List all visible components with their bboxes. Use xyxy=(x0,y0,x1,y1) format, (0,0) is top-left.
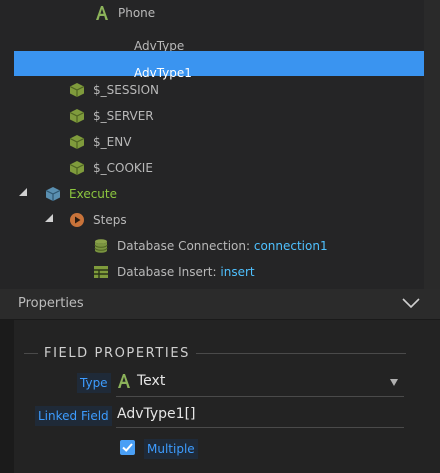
tree-item-label: Steps xyxy=(93,213,127,227)
tree-item-phone[interactable]: Phone xyxy=(94,2,155,24)
properties-panel-header[interactable]: Properties xyxy=(0,289,440,320)
section-title: FIELD PROPERTIES xyxy=(44,346,190,361)
package-icon xyxy=(69,134,85,150)
tree-item-label: Database Insert: xyxy=(117,265,217,279)
tree-item-execute[interactable]: Execute xyxy=(45,183,117,205)
multiple-checkbox[interactable] xyxy=(120,440,135,455)
field-underline xyxy=(116,396,404,397)
tree-item-label: $_COOKIE xyxy=(93,161,153,175)
tree-item-steps[interactable]: Steps xyxy=(69,209,127,231)
tree-item-value: connection1 xyxy=(253,239,328,253)
field-underline xyxy=(116,427,404,428)
package-icon xyxy=(69,160,85,176)
linked-field-input[interactable]: AdvType1[] xyxy=(117,406,196,422)
chevron-down-icon[interactable] xyxy=(402,297,420,312)
tree-item-db-connection[interactable]: Database Connection: connection1 xyxy=(93,235,328,257)
multiple-label[interactable]: Multiple xyxy=(144,439,198,459)
tree-item-label: Database Connection: xyxy=(117,239,251,253)
panel-title: Properties xyxy=(18,296,84,311)
tree-item-label: $_SERVER xyxy=(93,109,154,123)
type-select[interactable]: Text xyxy=(116,371,404,395)
tree-scrollbar[interactable] xyxy=(424,0,440,289)
tree-item-server[interactable]: $_SERVER xyxy=(69,105,154,127)
tree-item-label: Execute xyxy=(69,187,117,201)
text-type-icon xyxy=(116,373,132,392)
checkmark-icon xyxy=(122,443,133,452)
tree-item-label: $_SESSION xyxy=(93,83,160,97)
expand-arrow-icon[interactable] xyxy=(19,188,27,196)
linked-field-label: Linked Field xyxy=(35,406,112,426)
text-type-icon xyxy=(94,5,110,21)
dropdown-arrow-icon xyxy=(390,379,398,386)
package-icon xyxy=(69,82,85,98)
tree-item-value: insert xyxy=(220,265,255,279)
table-icon xyxy=(93,264,109,280)
package-icon xyxy=(69,108,85,124)
tree-item-cookie[interactable]: $_COOKIE xyxy=(69,157,153,179)
database-icon xyxy=(93,238,109,254)
divider xyxy=(196,353,406,354)
tree-item-db-insert[interactable]: Database Insert: insert xyxy=(93,261,255,283)
tree-item-session[interactable]: $_SESSION xyxy=(69,79,159,101)
divider xyxy=(24,353,38,354)
tree-item-env[interactable]: $_ENV xyxy=(69,131,131,153)
expand-arrow-icon[interactable] xyxy=(45,214,53,222)
cube-icon xyxy=(45,186,61,202)
tree-selection-highlight xyxy=(14,51,424,76)
type-value: Text xyxy=(137,373,166,389)
tree-item-label: $_ENV xyxy=(93,135,132,149)
tree-item-label: Phone xyxy=(118,6,156,20)
type-label: Type xyxy=(77,373,111,393)
panel-gutter xyxy=(0,320,14,473)
play-circle-icon xyxy=(69,212,85,228)
